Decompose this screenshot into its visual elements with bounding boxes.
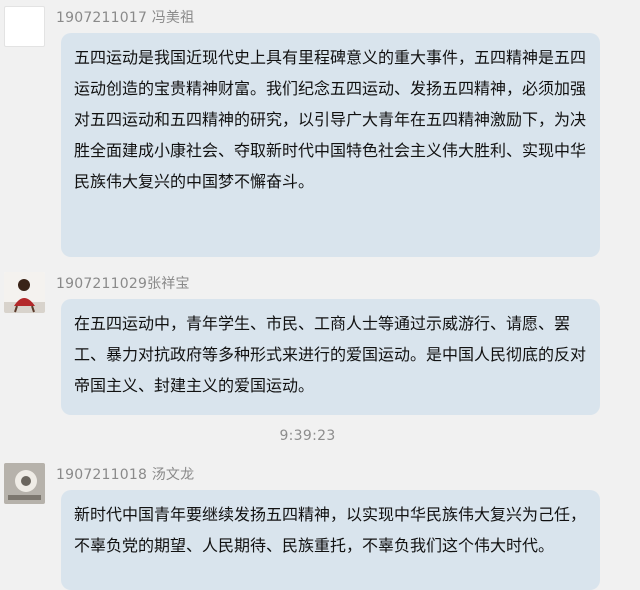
message-bubble[interactable]: 新时代中国青年要继续发扬五四精神，以实现中华民族伟大复兴为己任，不辜负党的期望、…: [61, 490, 600, 590]
person-avatar-icon: [4, 463, 45, 504]
chat-history[interactable]: 1907211017 冯美祖 五四运动是我国近现代史上具有里程碑意义的重大事件，…: [0, 0, 640, 590]
avatar[interactable]: [4, 272, 45, 313]
sender-name: 1907211018 汤文龙: [56, 467, 195, 483]
avatar[interactable]: [4, 6, 45, 47]
sender-name: 1907211017 冯美祖: [56, 10, 195, 26]
avatar[interactable]: [4, 463, 45, 504]
sender-name: 1907211029张祥宝: [56, 276, 190, 292]
message-bubble[interactable]: 五四运动是我国近现代史上具有里程碑意义的重大事件，五四精神是五四运动创造的宝贵精…: [61, 33, 600, 257]
message-bubble[interactable]: 在五四运动中，青年学生、市民、工商人士等通过示威游行、请愿、罢工、暴力对抗政府等…: [61, 299, 600, 415]
person-avatar-icon: [4, 272, 45, 313]
chat-timestamp: 9:39:23: [279, 428, 336, 444]
